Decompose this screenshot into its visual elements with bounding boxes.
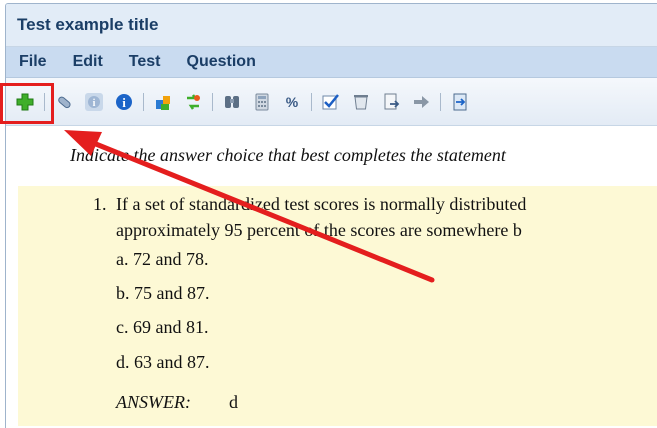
choice-d: d. 63 and 87. xyxy=(116,352,210,372)
question-number: 1. xyxy=(93,194,107,214)
question-panel[interactable]: 1. If a set of standardized test scores … xyxy=(18,186,657,426)
calculator-icon xyxy=(255,93,269,110)
svg-text:i: i xyxy=(122,95,126,110)
toolbar-separator xyxy=(143,92,144,111)
info-icon: i xyxy=(116,93,132,110)
attach-button[interactable] xyxy=(53,91,75,113)
answer-label: ANSWER: xyxy=(116,392,191,412)
convert-icon xyxy=(187,93,200,110)
svg-text:i: i xyxy=(93,98,96,109)
menu-file[interactable]: File xyxy=(19,53,47,71)
export-icon xyxy=(384,93,400,109)
find-button[interactable] xyxy=(221,91,243,113)
check-icon xyxy=(322,93,339,109)
toolbar: i i % xyxy=(6,78,657,126)
document-icon xyxy=(453,93,467,110)
answer-value: d xyxy=(229,392,238,412)
choice-b: b. 75 and 87. xyxy=(116,283,210,303)
app-window: Test example title File Edit Test Questi… xyxy=(5,3,657,428)
toolbar-separator xyxy=(44,92,45,111)
attach-icon xyxy=(58,96,71,108)
bin-icon xyxy=(354,94,368,109)
info-button[interactable]: i xyxy=(113,91,135,113)
arrow-right-icon xyxy=(414,95,429,108)
instruction-text: Indicate the answer choice that best com… xyxy=(70,145,506,165)
question-content: Indicate the answer choice that best com… xyxy=(6,128,657,428)
choice-c: c. 69 and 81. xyxy=(116,317,209,337)
add-question-button[interactable] xyxy=(14,91,36,113)
add-icon xyxy=(16,93,34,110)
percent-icon: % xyxy=(286,94,299,110)
info-disabled-icon: i xyxy=(85,92,103,111)
next-button[interactable] xyxy=(410,91,432,113)
choice-a: a. 72 and 78. xyxy=(116,249,209,269)
find-icon xyxy=(225,95,239,108)
menu-test[interactable]: Test xyxy=(129,53,161,71)
export-button[interactable] xyxy=(380,91,402,113)
toolbar-separator xyxy=(212,92,213,111)
title-bar: Test example title xyxy=(6,4,657,47)
question-stem-line-2: approximately 95 percent of the scores a… xyxy=(116,220,522,240)
menu-bar: File Edit Test Question xyxy=(6,47,657,78)
import-button[interactable] xyxy=(152,91,174,113)
question-stem-line-1: If a set of standardized test scores is … xyxy=(116,194,527,214)
import-icon xyxy=(156,95,170,110)
bin-button[interactable] xyxy=(350,91,372,113)
toolbar-separator xyxy=(311,92,312,111)
svg-text:%: % xyxy=(286,94,299,110)
document-button[interactable] xyxy=(449,91,471,113)
calculator-button[interactable] xyxy=(251,91,273,113)
window-title: Test example title xyxy=(17,15,159,34)
convert-button[interactable] xyxy=(182,91,204,113)
percent-button[interactable]: % xyxy=(281,91,303,113)
menu-edit[interactable]: Edit xyxy=(73,53,103,71)
toolbar-separator xyxy=(440,92,441,111)
menu-question[interactable]: Question xyxy=(187,53,256,71)
check-button[interactable] xyxy=(320,91,342,113)
info-disabled-button[interactable]: i xyxy=(83,91,105,113)
